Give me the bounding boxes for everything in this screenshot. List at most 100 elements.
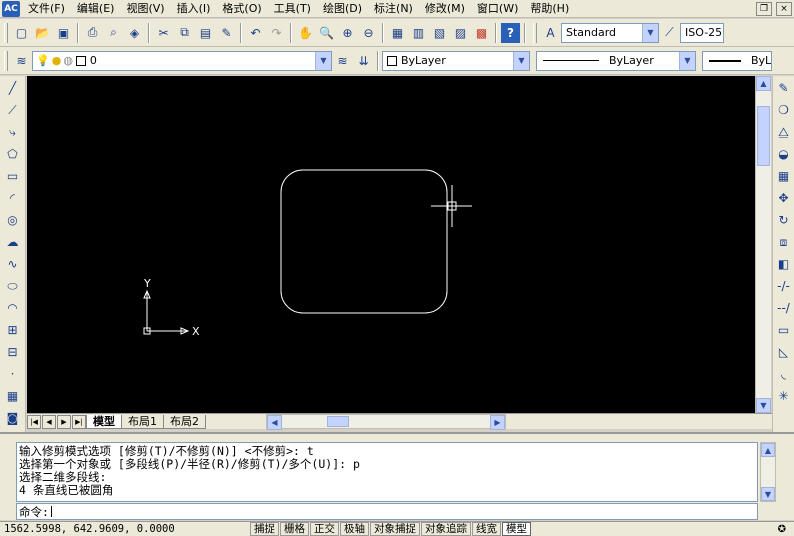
extend-icon[interactable]: --/ xyxy=(774,298,794,318)
paste-icon[interactable]: ▤ xyxy=(196,23,215,43)
scroll-left-icon[interactable]: ◀ xyxy=(267,415,282,430)
save-icon[interactable]: ▣ xyxy=(54,23,73,43)
trim-icon[interactable]: -/- xyxy=(774,276,794,296)
ellipse-icon[interactable]: ⬭ xyxy=(3,276,23,296)
menu-file[interactable]: 文件(F) xyxy=(22,0,71,18)
rotate-icon[interactable]: ↻ xyxy=(774,210,794,230)
polar-toggle[interactable]: 极轴 xyxy=(340,522,369,536)
pan-icon[interactable]: ✋ xyxy=(296,23,315,43)
make-block-icon[interactable]: ⊟ xyxy=(3,342,23,362)
chevron-down-icon[interactable]: ▼ xyxy=(642,23,658,42)
chevron-down-icon[interactable]: ▼ xyxy=(679,51,695,70)
markup-icon[interactable]: ▩ xyxy=(472,23,491,43)
lineweight-dropdown[interactable]: ByLay xyxy=(702,50,772,71)
region-icon[interactable]: ◙ xyxy=(3,408,23,428)
grid-toggle[interactable]: 栅格 xyxy=(280,522,309,536)
otrack-toggle[interactable]: 对象追踪 xyxy=(421,522,471,536)
vertical-scroll-thumb[interactable] xyxy=(757,106,770,166)
print-preview-icon[interactable]: ⌕ xyxy=(104,23,123,43)
array-icon[interactable]: ▦ xyxy=(774,166,794,186)
explode-icon[interactable]: ✳ xyxy=(774,386,794,406)
menu-insert[interactable]: 插入(I) xyxy=(171,0,217,18)
toolbar-grip[interactable] xyxy=(4,22,8,43)
scale-icon[interactable]: ⧈ xyxy=(774,232,794,252)
copy-object-icon[interactable]: ❍ xyxy=(774,100,794,120)
menu-format[interactable]: 格式(O) xyxy=(216,0,267,18)
sun-icon[interactable]: ● xyxy=(52,54,62,67)
zoom-previous-icon[interactable]: ⊖ xyxy=(359,23,378,43)
lightbulb-icon[interactable]: 💡 xyxy=(36,54,50,67)
drawing-svg[interactable]: Y X xyxy=(27,76,755,413)
new-file-icon[interactable]: ▢ xyxy=(12,23,31,43)
sheet-set-icon[interactable]: ▨ xyxy=(451,23,470,43)
tab-model[interactable]: 模型 xyxy=(86,414,122,429)
break-icon[interactable]: ▭ xyxy=(774,320,794,340)
move-icon[interactable]: ✥ xyxy=(774,188,794,208)
arc-icon[interactable]: ◜ xyxy=(3,188,23,208)
chamfer-icon[interactable]: ◺ xyxy=(774,342,794,362)
zoom-realtime-icon[interactable]: 🔍 xyxy=(317,23,336,43)
open-file-icon[interactable]: 📂 xyxy=(33,23,52,43)
last-tab-icon[interactable]: ▶| xyxy=(72,414,86,429)
fillet-icon[interactable]: ◟ xyxy=(774,364,794,384)
menu-tools[interactable]: 工具(T) xyxy=(268,0,317,18)
design-center-icon[interactable]: ▥ xyxy=(409,23,428,43)
insert-block-icon[interactable]: ⊞ xyxy=(3,320,23,340)
undo-icon[interactable]: ↶ xyxy=(246,23,265,43)
match-properties-icon[interactable]: ✎ xyxy=(217,23,236,43)
color-dropdown[interactable]: ByLayer ▼ xyxy=(382,50,530,71)
communication-center-icon[interactable]: ✪ xyxy=(778,524,786,535)
model-space-toggle[interactable]: 模型 xyxy=(502,522,531,536)
circle-icon[interactable]: ◎ xyxy=(3,210,23,230)
offset-icon[interactable]: ◒ xyxy=(774,144,794,164)
hatch-icon[interactable]: ▦ xyxy=(3,386,23,406)
erase-icon[interactable]: ✎ xyxy=(774,78,794,98)
redo-icon[interactable]: ↷ xyxy=(267,23,286,43)
next-tab-icon[interactable]: ▶ xyxy=(57,414,71,429)
help-icon[interactable]: ? xyxy=(501,22,520,43)
toolbar-grip[interactable] xyxy=(533,22,537,43)
copy-icon[interactable]: ⧉ xyxy=(175,23,194,43)
make-layer-current-icon[interactable]: ≋ xyxy=(333,51,352,71)
ellipse-arc-icon[interactable]: ◠ xyxy=(3,298,23,318)
toolbar-grip[interactable] xyxy=(4,50,8,71)
menu-window[interactable]: 窗口(W) xyxy=(471,0,524,18)
layer-manager-icon[interactable]: ≋ xyxy=(12,51,31,71)
chevron-down-icon[interactable]: ▼ xyxy=(513,51,529,70)
print-icon[interactable]: ⎙ xyxy=(83,23,102,43)
chevron-down-icon[interactable]: ▼ xyxy=(315,51,331,70)
zoom-window-icon[interactable]: ⊕ xyxy=(338,23,357,43)
dim-style-dropdown[interactable]: ISO-25 xyxy=(680,22,724,43)
cut-icon[interactable]: ✂ xyxy=(154,23,173,43)
properties-icon[interactable]: ▦ xyxy=(388,23,407,43)
prev-tab-icon[interactable]: ◀ xyxy=(42,414,56,429)
text-style-icon[interactable]: A xyxy=(541,23,560,43)
close-window-button[interactable]: × xyxy=(776,1,792,16)
canvas-horizontal-scrollbar[interactable]: ◀ ▶ xyxy=(266,414,506,430)
app-logo-icon[interactable]: AC xyxy=(2,0,20,17)
canvas-vertical-scrollbar[interactable]: ▲ ▼ xyxy=(755,76,771,413)
scroll-down-icon[interactable]: ▼ xyxy=(756,398,771,413)
line-icon[interactable]: ╱ xyxy=(3,78,23,98)
linetype-dropdown[interactable]: ByLayer ▼ xyxy=(536,50,696,71)
first-tab-icon[interactable]: |◀ xyxy=(27,414,41,429)
layer-lock-icon[interactable]: ◍ xyxy=(63,54,73,67)
menu-edit[interactable]: 编辑(E) xyxy=(71,0,121,18)
rectangle-icon[interactable]: ▭ xyxy=(3,166,23,186)
spline-icon[interactable]: ∿ xyxy=(3,254,23,274)
osnap-toggle[interactable]: 对象捕捉 xyxy=(370,522,420,536)
menu-draw[interactable]: 绘图(D) xyxy=(317,0,368,18)
restore-window-button[interactable]: ❐ xyxy=(756,1,772,16)
revision-cloud-icon[interactable]: ☁ xyxy=(3,232,23,252)
polyline-icon[interactable]: ⤷ xyxy=(3,122,23,142)
mirror-icon[interactable]: ⧋ xyxy=(774,122,794,142)
horizontal-scroll-thumb[interactable] xyxy=(327,416,349,427)
filleted-rectangle[interactable] xyxy=(280,169,448,314)
scroll-up-icon[interactable]: ▲ xyxy=(756,76,771,91)
layer-previous-icon[interactable]: ⇊ xyxy=(354,51,373,71)
text-style-dropdown[interactable]: Standard ▼ xyxy=(561,22,659,43)
scroll-up-icon[interactable]: ▲ xyxy=(761,443,775,457)
lineweight-toggle[interactable]: 线宽 xyxy=(472,522,501,536)
scroll-down-icon[interactable]: ▼ xyxy=(761,487,775,501)
point-icon[interactable]: · xyxy=(3,364,23,384)
